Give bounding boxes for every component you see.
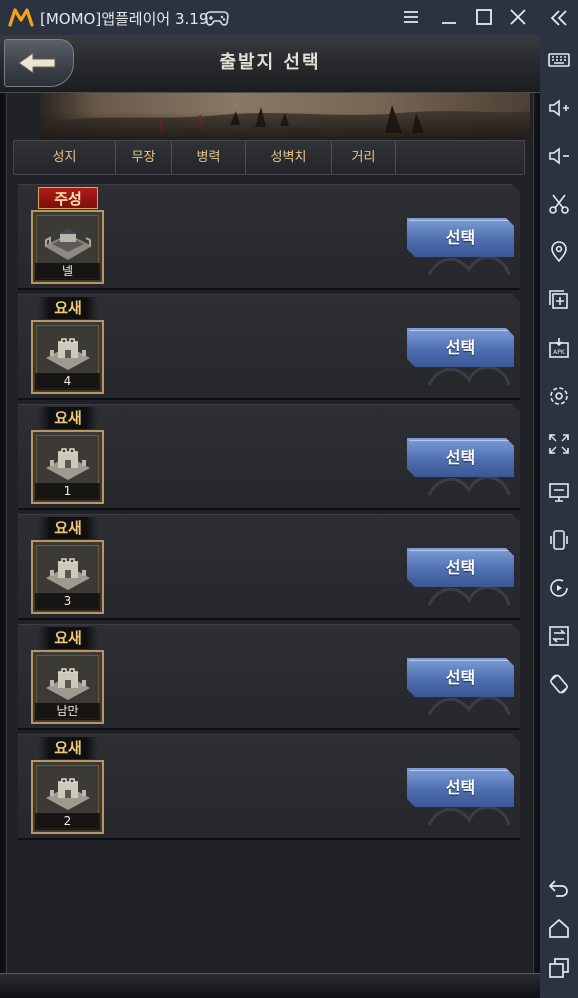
castle-row: 요새 남만 선택 [18, 624, 520, 730]
scissors-icon[interactable] [547, 192, 571, 216]
status-badge: 요새 [38, 627, 98, 649]
volume-down-icon[interactable] [547, 144, 571, 168]
gamepad-icon[interactable] [205, 8, 229, 28]
castle-thumbnail[interactable]: 3 [31, 540, 104, 614]
momo-logo-icon [8, 8, 34, 27]
screen-icon[interactable] [547, 480, 571, 504]
fullscreen-icon[interactable] [547, 432, 571, 456]
castle-name: 4 [35, 373, 100, 390]
castle-row: 요새 1 선택 [18, 404, 520, 510]
window-title: [MOMO]앱플레이어 3.19 [40, 10, 209, 28]
recent-apps-icon[interactable] [547, 956, 571, 980]
status-badge: 요새 [38, 297, 98, 319]
fortress-icon [46, 338, 90, 370]
settings-icon[interactable] [547, 384, 571, 408]
status-badge: 요새 [38, 407, 98, 429]
fortress-icon [46, 558, 90, 590]
select-button[interactable]: 선택 [407, 218, 514, 257]
status-badge: 주성 [38, 187, 98, 209]
castle-row: 주성 넬 선택 [18, 184, 520, 290]
swap-icon[interactable] [547, 624, 571, 648]
menu-icon[interactable] [400, 6, 422, 28]
castle-row: 요새 3 선택 [18, 514, 520, 620]
shake-icon[interactable] [547, 528, 571, 552]
castle-row: 요새 2 선택 [18, 734, 520, 840]
minimize-icon[interactable] [438, 6, 460, 28]
close-icon[interactable] [507, 6, 529, 28]
castle-thumbnail[interactable]: 넬 [31, 210, 104, 284]
back-icon[interactable] [547, 876, 571, 900]
rotate-icon[interactable] [547, 672, 571, 696]
record-icon[interactable] [547, 576, 571, 600]
castle-name: 3 [35, 593, 100, 610]
volume-up-icon[interactable] [547, 96, 571, 120]
status-badge: 요새 [38, 737, 98, 759]
collapse-icon[interactable] [547, 6, 571, 30]
palace-icon [44, 228, 92, 260]
title-bar: [MOMO]앱플레이어 3.19 [0, 0, 578, 35]
fortress-icon [46, 668, 90, 700]
home-icon[interactable] [547, 916, 571, 940]
maximize-icon[interactable] [473, 6, 495, 28]
select-button[interactable]: 선택 [407, 658, 514, 697]
bottom-frame [0, 973, 540, 998]
location-pin-icon[interactable] [547, 240, 571, 264]
castle-thumbnail[interactable]: 남만 [31, 650, 104, 724]
fortress-icon [46, 448, 90, 480]
game-screen: 출발지 선택 성지 무장 병력 성벽치 거리 주성 넬 선택 요새 4 선택 요… [0, 35, 540, 998]
apk-install-icon[interactable]: APK [547, 336, 571, 360]
castle-thumbnail[interactable]: 4 [31, 320, 104, 394]
emulator-sidebar: APK [540, 0, 578, 998]
select-button[interactable]: 선택 [407, 438, 514, 477]
select-button[interactable]: 선택 [407, 768, 514, 807]
castle-name: 넬 [35, 263, 100, 280]
castle-row: 요새 4 선택 [18, 294, 520, 400]
castle-name: 2 [35, 813, 100, 830]
keyboard-icon[interactable] [547, 48, 571, 72]
add-window-icon[interactable] [547, 288, 571, 312]
castle-name: 남만 [35, 703, 100, 720]
castle-name: 1 [35, 483, 100, 500]
svg-text:APK: APK [553, 349, 566, 356]
castle-thumbnail[interactable]: 2 [31, 760, 104, 834]
castle-list: 주성 넬 선택 요새 4 선택 요새 1 선택 요새 3 선택 요새 남만 선택… [0, 35, 540, 998]
select-button[interactable]: 선택 [407, 328, 514, 367]
fortress-icon [46, 778, 90, 810]
castle-thumbnail[interactable]: 1 [31, 430, 104, 504]
status-badge: 요새 [38, 517, 98, 539]
select-button[interactable]: 선택 [407, 548, 514, 587]
